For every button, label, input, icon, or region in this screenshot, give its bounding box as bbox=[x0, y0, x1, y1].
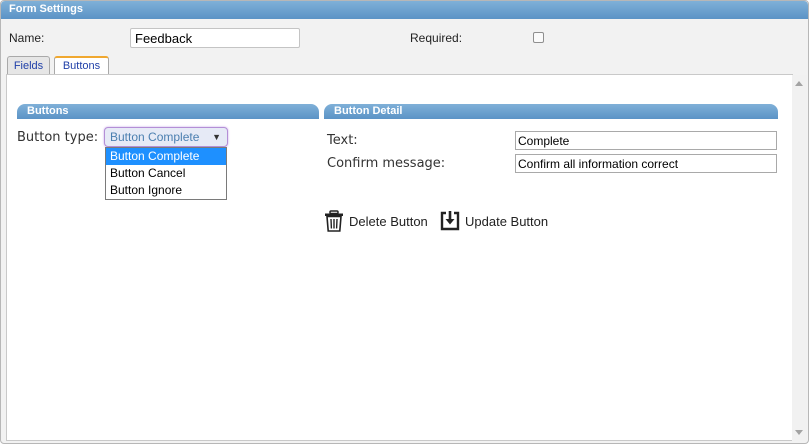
dropdown-arrow-icon: ▼ bbox=[212, 132, 221, 142]
delete-button-label: Delete Button bbox=[349, 214, 428, 229]
button-type-select[interactable]: Button Complete ▼ bbox=[104, 127, 228, 147]
confirm-message-input[interactable] bbox=[515, 154, 777, 173]
name-label: Name: bbox=[9, 31, 45, 45]
update-button[interactable]: Update Button bbox=[440, 210, 552, 234]
option-button-complete[interactable]: Button Complete bbox=[106, 148, 226, 165]
option-button-ignore[interactable]: Button Ignore bbox=[106, 182, 226, 199]
update-button-label: Update Button bbox=[465, 214, 549, 229]
delete-button[interactable]: Delete Button bbox=[324, 210, 432, 234]
required-checkbox[interactable] bbox=[533, 32, 544, 43]
required-label: Required: bbox=[410, 31, 463, 45]
button-detail-section-header: Button Detail bbox=[324, 104, 778, 119]
tab-buttons[interactable]: Buttons bbox=[54, 56, 109, 76]
text-label: Text: bbox=[327, 133, 358, 148]
trash-icon bbox=[325, 210, 343, 232]
tab-fields[interactable]: Fields bbox=[7, 56, 50, 76]
scroll-down-icon[interactable] bbox=[795, 430, 803, 435]
option-button-cancel[interactable]: Button Cancel bbox=[106, 165, 226, 182]
save-icon bbox=[440, 211, 460, 231]
buttons-section-header: Buttons bbox=[17, 104, 319, 119]
window-title: Form Settings bbox=[1, 1, 808, 19]
name-input[interactable] bbox=[130, 28, 300, 48]
button-text-input[interactable] bbox=[515, 131, 777, 150]
vertical-scrollbar[interactable] bbox=[792, 75, 807, 441]
scroll-up-icon[interactable] bbox=[795, 81, 803, 86]
confirm-message-label: Confirm message: bbox=[327, 156, 446, 171]
button-type-selected-value: Button Complete bbox=[110, 130, 200, 144]
button-type-dropdown-list: Button Complete Button Cancel Button Ign… bbox=[105, 147, 227, 200]
button-type-label: Button type: bbox=[17, 130, 99, 145]
